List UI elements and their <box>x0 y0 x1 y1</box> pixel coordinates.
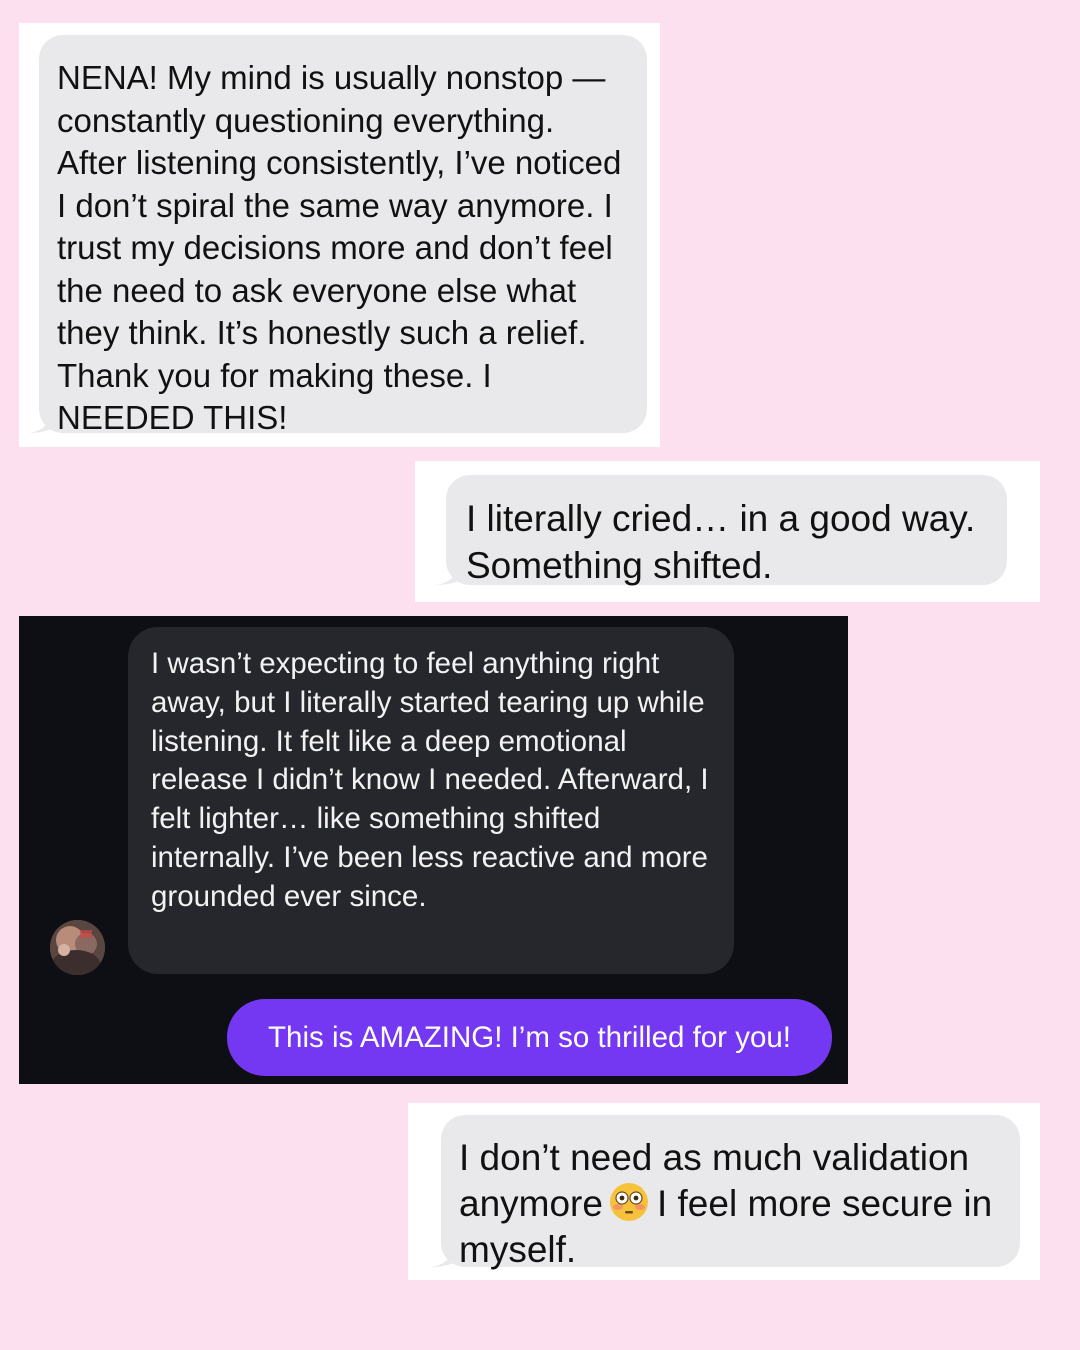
message-text: NENA! My mind is usually nonstop — const… <box>57 59 622 436</box>
message-text: I literally cried… in a good way. Someth… <box>466 498 976 586</box>
screenshot-card-2: I literally cried… in a good way. Someth… <box>415 461 1040 602</box>
received-message-bubble: I don’t need as much validation anymore … <box>431 1115 1020 1270</box>
message-text: This is AMAZING! I’m so thrilled for you… <box>268 1021 791 1054</box>
bubble-tail-icon <box>436 563 458 585</box>
screenshot-card-1: NENA! My mind is usually nonstop — const… <box>19 23 660 447</box>
received-message-bubble: I wasn’t expecting to feel anything righ… <box>128 627 734 974</box>
bubble-tail-icon <box>29 411 51 433</box>
screenshot-card-4: I don’t need as much validation anymore … <box>408 1103 1040 1280</box>
sent-message-bubble: This is AMAZING! I’m so thrilled for you… <box>227 999 832 1076</box>
message-text: I wasn’t expecting to feel anything righ… <box>151 647 709 913</box>
flushed-face-emoji-icon <box>609 1183 648 1221</box>
bubble-tail-icon <box>431 1245 453 1267</box>
screenshot-card-dark-chat: I wasn’t expecting to feel anything righ… <box>19 616 848 1084</box>
received-message-bubble: NENA! My mind is usually nonstop — const… <box>29 35 647 436</box>
message-text: I don’t need as much validation anymore … <box>459 1135 1012 1273</box>
received-message-bubble: I literally cried… in a good way. Someth… <box>436 475 1007 586</box>
avatar-photo-icon <box>50 920 105 975</box>
avatar[interactable] <box>50 920 105 975</box>
